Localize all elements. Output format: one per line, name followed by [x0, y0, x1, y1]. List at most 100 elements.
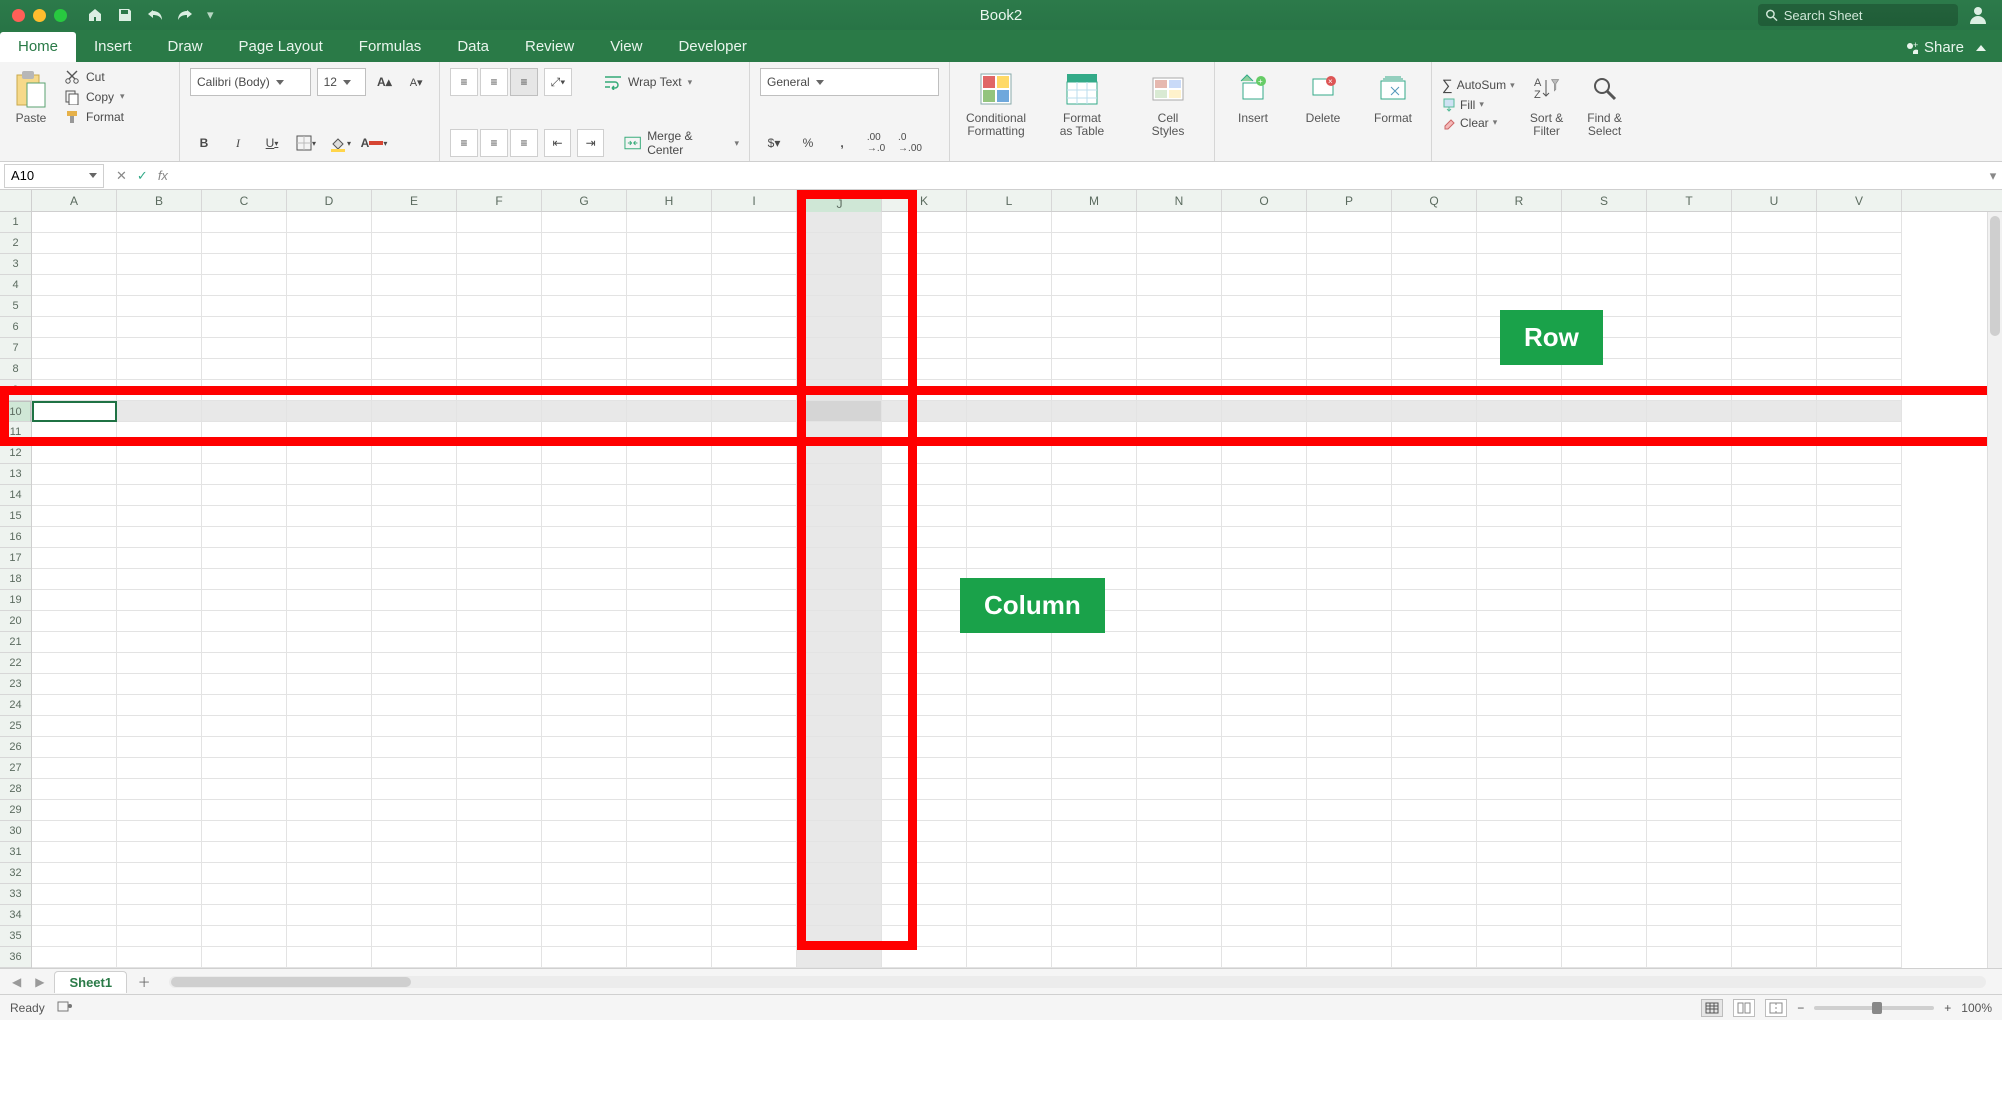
cell-J32[interactable] [797, 863, 882, 884]
cell-Q14[interactable] [1392, 485, 1477, 506]
cell-M5[interactable] [1052, 296, 1137, 317]
zoom-in-button[interactable]: + [1944, 1001, 1951, 1015]
cell-A6[interactable] [32, 317, 117, 338]
cell-G5[interactable] [542, 296, 627, 317]
cell-F33[interactable] [457, 884, 542, 905]
cell-M35[interactable] [1052, 926, 1137, 947]
bold-button[interactable]: B [190, 129, 218, 157]
expand-formula-bar-icon[interactable]: ▾ [1984, 168, 2002, 184]
cell-F22[interactable] [457, 653, 542, 674]
cell-N9[interactable] [1137, 380, 1222, 401]
cell-Q6[interactable] [1392, 317, 1477, 338]
collapse-ribbon-icon[interactable] [1976, 45, 1986, 51]
cell-A29[interactable] [32, 800, 117, 821]
cell-S18[interactable] [1562, 569, 1647, 590]
cell-I5[interactable] [712, 296, 797, 317]
horizontal-scrollbar-thumb[interactable] [171, 977, 411, 987]
cell-A4[interactable] [32, 275, 117, 296]
row-header-2[interactable]: 2 [0, 233, 31, 254]
cell-R13[interactable] [1477, 464, 1562, 485]
cell-M9[interactable] [1052, 380, 1137, 401]
cell-J21[interactable] [797, 632, 882, 653]
cell-Q28[interactable] [1392, 779, 1477, 800]
cell-Q34[interactable] [1392, 905, 1477, 926]
cell-C4[interactable] [202, 275, 287, 296]
row-header-9[interactable]: 9 [0, 380, 31, 401]
column-header-T[interactable]: T [1647, 190, 1732, 211]
paste-icon[interactable] [10, 68, 52, 110]
cell-B35[interactable] [117, 926, 202, 947]
wrap-text-button[interactable]: Wrap Text▾ [604, 74, 692, 90]
cell-O23[interactable] [1222, 674, 1307, 695]
cell-I24[interactable] [712, 695, 797, 716]
cell-V30[interactable] [1817, 821, 1902, 842]
cell-D33[interactable] [287, 884, 372, 905]
merge-center-button[interactable]: Merge & Center▾ [624, 129, 739, 157]
cell-U5[interactable] [1732, 296, 1817, 317]
cell-L7[interactable] [967, 338, 1052, 359]
cell-K2[interactable] [882, 233, 967, 254]
cell-F16[interactable] [457, 527, 542, 548]
cell-F9[interactable] [457, 380, 542, 401]
cell-M30[interactable] [1052, 821, 1137, 842]
cell-I28[interactable] [712, 779, 797, 800]
cell-T1[interactable] [1647, 212, 1732, 233]
cell-E10[interactable] [372, 401, 457, 422]
cell-I1[interactable] [712, 212, 797, 233]
cell-R14[interactable] [1477, 485, 1562, 506]
cell-I34[interactable] [712, 905, 797, 926]
cell-H6[interactable] [627, 317, 712, 338]
cell-A1[interactable] [32, 212, 117, 233]
cell-D6[interactable] [287, 317, 372, 338]
cell-O3[interactable] [1222, 254, 1307, 275]
cell-G8[interactable] [542, 359, 627, 380]
cell-B32[interactable] [117, 863, 202, 884]
cell-P22[interactable] [1307, 653, 1392, 674]
cell-I18[interactable] [712, 569, 797, 590]
cell-H3[interactable] [627, 254, 712, 275]
cell-O36[interactable] [1222, 947, 1307, 968]
cell-Q1[interactable] [1392, 212, 1477, 233]
cell-R1[interactable] [1477, 212, 1562, 233]
cell-S22[interactable] [1562, 653, 1647, 674]
cell-F36[interactable] [457, 947, 542, 968]
cell-H9[interactable] [627, 380, 712, 401]
cell-A34[interactable] [32, 905, 117, 926]
cell-L8[interactable] [967, 359, 1052, 380]
cell-L29[interactable] [967, 800, 1052, 821]
cell-O4[interactable] [1222, 275, 1307, 296]
cell-H21[interactable] [627, 632, 712, 653]
cell-M13[interactable] [1052, 464, 1137, 485]
cell-J16[interactable] [797, 527, 882, 548]
cell-O31[interactable] [1222, 842, 1307, 863]
cell-S33[interactable] [1562, 884, 1647, 905]
cell-Q11[interactable] [1392, 422, 1477, 443]
increase-font-button[interactable]: A▴ [372, 68, 398, 96]
cell-U17[interactable] [1732, 548, 1817, 569]
cell-U30[interactable] [1732, 821, 1817, 842]
zoom-slider[interactable] [1814, 1006, 1934, 1010]
cell-A24[interactable] [32, 695, 117, 716]
cell-O9[interactable] [1222, 380, 1307, 401]
cell-O1[interactable] [1222, 212, 1307, 233]
cell-O22[interactable] [1222, 653, 1307, 674]
cell-D30[interactable] [287, 821, 372, 842]
row-header-16[interactable]: 16 [0, 527, 31, 548]
cell-F4[interactable] [457, 275, 542, 296]
cell-J6[interactable] [797, 317, 882, 338]
cell-U33[interactable] [1732, 884, 1817, 905]
row-header-22[interactable]: 22 [0, 653, 31, 674]
cell-M2[interactable] [1052, 233, 1137, 254]
cell-T8[interactable] [1647, 359, 1732, 380]
cell-R33[interactable] [1477, 884, 1562, 905]
cell-L35[interactable] [967, 926, 1052, 947]
cell-G12[interactable] [542, 443, 627, 464]
cell-B13[interactable] [117, 464, 202, 485]
cell-S3[interactable] [1562, 254, 1647, 275]
cell-V22[interactable] [1817, 653, 1902, 674]
cell-L2[interactable] [967, 233, 1052, 254]
cell-V19[interactable] [1817, 590, 1902, 611]
cell-E15[interactable] [372, 506, 457, 527]
cell-S10[interactable] [1562, 401, 1647, 422]
cell-K15[interactable] [882, 506, 967, 527]
